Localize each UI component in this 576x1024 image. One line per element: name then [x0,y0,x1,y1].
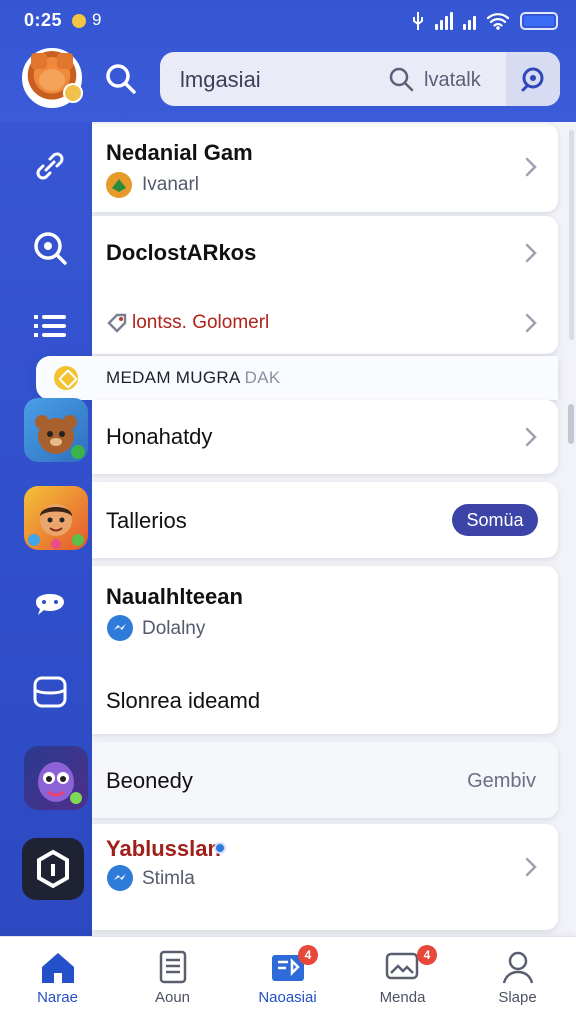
list-item-7-title: Yablusslan [106,836,221,861]
search-rail-icon[interactable] [30,228,70,268]
list-item-1-title: Nedanial Gam [106,140,253,165]
chevron-right-icon [525,313,537,333]
messenger-icon [107,865,133,891]
chevron-right-icon [525,857,537,877]
nav-docs[interactable]: Aoun [115,937,230,1024]
list-item-5-subtitle: Dolalny [142,618,206,639]
avatar-ear-left [31,53,47,69]
list-item-5-title: Naualhlteean [106,584,243,609]
list-item-3-title: Honahatdy [106,424,213,449]
list-item-6-note: Gembiv [467,770,536,792]
battery-icon [520,12,558,30]
list-item-6[interactable]: Beonedy Gembiv [92,742,558,818]
notification-dot-icon [72,14,86,28]
nav-messages-label: Naoasiai [258,989,317,1006]
game-thumbnail-boy[interactable] [24,486,88,550]
list-item-4[interactable]: Tallerios Somüa [92,482,558,558]
link-icon[interactable] [30,146,70,186]
usb-icon [413,12,423,30]
nav-messages-badge: 4 [298,945,318,965]
section-banner[interactable]: MEDAM MUGRA DAK [36,356,558,400]
nav-messages[interactable]: 4 Naoasiai [230,937,345,1024]
nav-home-label: Narae [37,989,78,1006]
list-icon[interactable] [30,306,70,346]
avatar-face [39,69,65,91]
avatar-ear-right [57,53,73,69]
status-extra: 9 [92,10,102,29]
avatar-badge-icon [63,83,83,103]
list-item-2-subtitle: lontss. Golomerl [132,312,270,333]
status-pill-button[interactable]: Somüa [452,504,538,536]
chevron-right-icon [525,157,537,177]
game-thumbnail-bear[interactable] [24,398,88,462]
list-item-1[interactable]: Nedanial Gam Ivanarl [92,124,558,212]
search-go-button[interactable] [506,52,560,106]
nav-docs-label: Aoun [154,989,191,1006]
section-banner-label: MEDAM MUGRA DAK [106,368,281,387]
avatar[interactable] [22,48,83,108]
list-item-2-title: DoclostARkos [106,240,257,265]
cube-icon [37,849,69,889]
home-icon [42,953,74,983]
nav-profile-label: Slape [498,989,537,1006]
database-icon[interactable] [30,672,70,712]
coin-icon [54,366,78,390]
list-item-5-second-title: Slonrea ideamd [106,688,261,713]
search-icon[interactable] [104,62,138,96]
signal-icon [435,12,453,30]
messenger-icon [107,615,133,641]
search-hint: lvatalk [424,69,481,91]
status-time: 0:25 [24,10,63,30]
chevron-right-icon [525,427,537,447]
signal-2-icon [463,12,476,30]
wifi-icon [486,13,510,30]
list-item-4-title: Tallerios [106,508,187,533]
list-item-7[interactable]: Yablusslan Stimla [92,824,558,930]
scrollbar-track[interactable] [569,130,574,340]
nav-media[interactable]: 4 Menda [345,937,460,1024]
nav-media-badge: 4 [417,945,437,965]
nav-profile[interactable]: Slape [460,937,575,1024]
status-icons [411,11,558,31]
header: 0:25 9 lmgasiai lvatalk [0,0,576,122]
chat-bubble-icon[interactable] [30,588,70,628]
bottom-navigation: Narae Aoun 4 Naoasiai 4 Menda Slape [0,936,576,1024]
search-go-icon [521,67,544,92]
game-controller-icon [106,172,132,198]
app-screen: 0:25 9 lmgasiai lvatalk Nedanial Gam Iva… [0,0,576,1024]
nav-media-label: Menda [379,989,426,1006]
nav-home[interactable]: Narae [0,937,115,1024]
list-item-7-subtitle: Stimla [142,868,195,889]
list-item-1-subtitle: Ivanarl [142,174,200,195]
list-item-3[interactable]: Honahatdy [92,400,558,474]
search-magnifier-icon [389,67,414,92]
list-item-6-title: Beonedy [106,768,193,793]
status-bar: 0:25 9 [0,0,576,42]
game-thumbnail-creature[interactable] [24,746,88,810]
tag-icon [107,313,127,333]
chevron-right-icon [525,243,537,263]
scrollbar-thumb[interactable] [568,404,574,444]
profile-icon [502,951,534,984]
search-bar[interactable]: lmgasiai lvatalk [160,52,560,106]
list-item-2[interactable]: DoclostARkos lontss. Golomerl [92,216,558,354]
document-icon [159,950,187,984]
verified-dot-icon [214,842,226,854]
search-input[interactable]: lmgasiai [180,67,261,93]
list-item-5[interactable]: Naualhlteean Dolalny Slonrea ideamd [92,566,558,734]
app-launcher-tile[interactable] [22,838,84,900]
